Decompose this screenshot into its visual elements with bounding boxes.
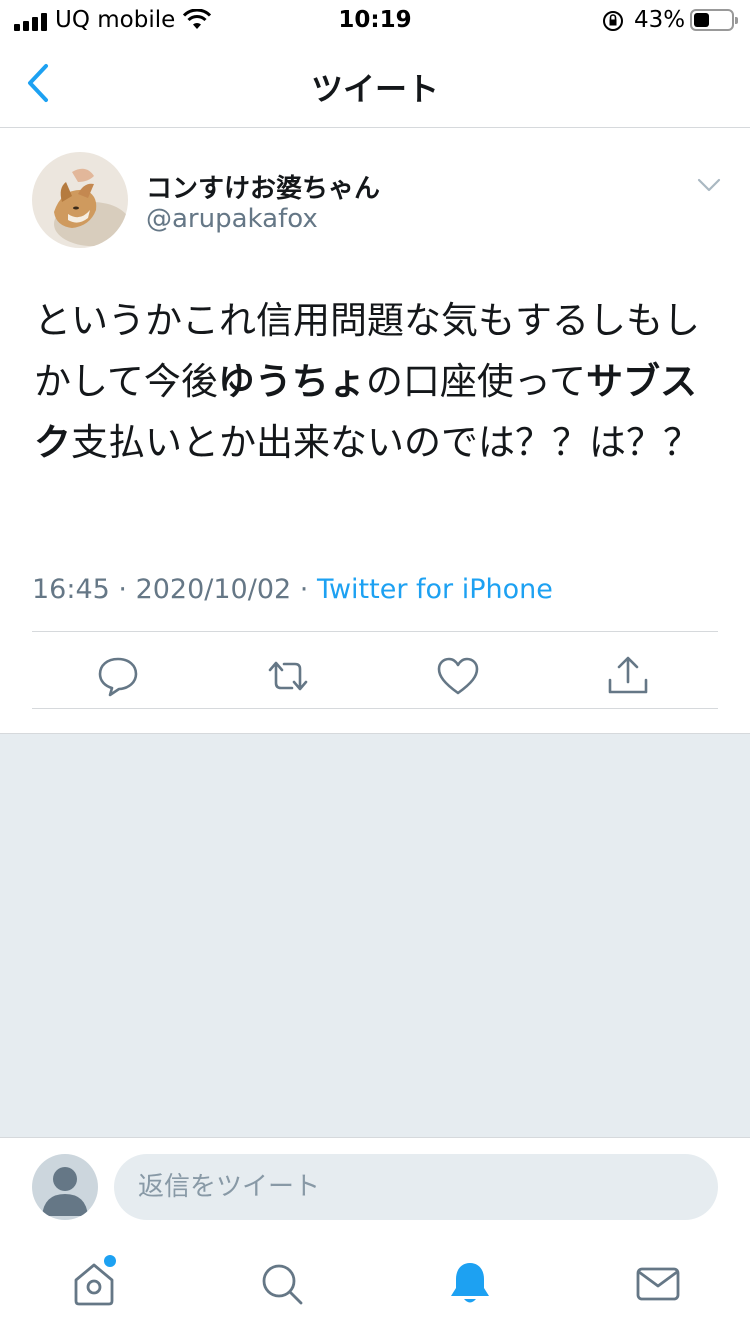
current-user-avatar[interactable] [32,1154,98,1220]
battery-percent: 43% [634,7,686,33]
meta-separator: · [291,574,317,605]
retweet-icon[interactable] [264,652,312,700]
chevron-down-icon[interactable] [694,170,724,200]
tweet-source-link[interactable]: Twitter for iPhone [317,574,553,605]
tweet-date: 2020/10/02 [135,574,292,605]
page-title: ツイート [310,70,439,108]
meta-separator: · [109,574,136,605]
status-bar: UQ mobile 10:19 43% [0,0,750,42]
author-handle[interactable]: @arupakafox [146,204,318,234]
author-display-name[interactable]: コンすけお婆ちゃん [146,168,380,205]
reply-input[interactable] [114,1154,718,1220]
new-content-badge [104,1255,116,1267]
like-icon[interactable] [434,652,482,700]
author-avatar[interactable] [32,152,128,248]
tweet-metadata: 16:45 · 2020/10/02 · Twitter for iPhone [32,574,553,605]
search-icon[interactable] [256,1258,308,1310]
empty-replies-area [0,733,750,1138]
navigation-bar: ツイート [0,42,750,128]
tweet-text-segment: 支払いとか出来ないのでは？？は？？ [71,421,700,464]
tweet-text: というかこれ信用問題な気もするしもしかして今後ゆうちょの口座使ってサブスク支払い… [34,290,718,473]
tweet-text-segment: の口座使って [365,360,587,403]
messages-icon[interactable] [632,1258,684,1310]
share-icon[interactable] [604,652,652,700]
divider [32,631,718,632]
notifications-icon[interactable] [444,1258,496,1310]
tweet-text-bold-segment: ゆうちょ [217,360,366,403]
orientation-lock-icon [603,11,623,31]
reply-icon[interactable] [94,652,142,700]
divider [32,708,718,709]
battery-icon [690,9,738,31]
tweet-time: 16:45 [32,574,110,605]
